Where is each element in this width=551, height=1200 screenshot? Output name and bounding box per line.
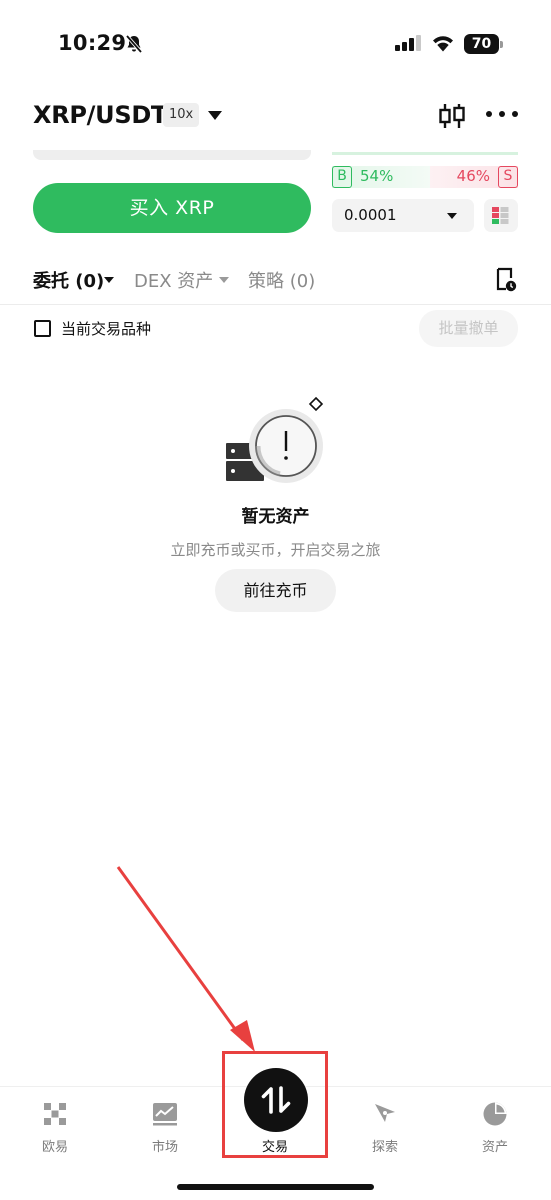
precision-value: 0.0001 [344, 206, 397, 224]
orderbook-edge [332, 152, 518, 155]
buy-button[interactable]: 买入 XRP [33, 183, 311, 233]
pair-dropdown-icon[interactable] [208, 111, 222, 120]
market-chart-icon [153, 1103, 177, 1126]
tabs-divider [0, 304, 551, 305]
order-history-icon[interactable] [494, 267, 518, 293]
batch-cancel-button[interactable]: 批量撤单 [419, 310, 518, 347]
battery-indicator: 70 [464, 34, 504, 54]
orderbook-layout-icon [492, 207, 509, 224]
empty-assets-illustration [226, 396, 324, 483]
sell-percentage: 46% [456, 167, 490, 185]
battery-cap [500, 41, 503, 48]
buy-percentage: 54% [360, 167, 394, 185]
more-options-icon[interactable] [486, 111, 518, 119]
tab-strategy[interactable]: 策略 (0) [248, 267, 315, 293]
empty-state-subtitle: 立即充币或买币，开启交易之旅 [170, 541, 381, 559]
nav-item-explore[interactable]: 探索 [330, 1087, 440, 1167]
price-precision-select[interactable]: 0.0001 [332, 199, 474, 232]
compass-icon [375, 1104, 395, 1122]
tab-orders-dropdown-icon[interactable] [104, 277, 114, 283]
cellular-signal-icon [395, 35, 421, 51]
empty-state-title: 暂无资产 [241, 507, 310, 527]
go-deposit-button[interactable]: 前往充币 [215, 569, 336, 612]
trade-header: XRP/USDT 10x [0, 95, 551, 137]
trading-pair-title[interactable]: XRP/USDT [33, 101, 167, 129]
sell-tag: S [498, 166, 518, 188]
nav-item-market[interactable]: 市场 [110, 1087, 220, 1167]
buy-sell-ratio-bar: B 54% 46% S [332, 166, 518, 188]
candlestick-chart-icon[interactable] [438, 101, 466, 131]
buy-tag: B [332, 166, 352, 188]
bell-muted-icon [125, 34, 143, 54]
current-instrument-label[interactable]: 当前交易品种 [61, 318, 151, 339]
nav-label-market: 市场 [151, 1140, 178, 1155]
nav-label-assets: 资产 [481, 1140, 508, 1155]
current-instrument-checkbox[interactable] [34, 320, 51, 337]
chevron-down-icon [447, 213, 457, 219]
battery-level: 70 [464, 34, 499, 54]
pie-chart-icon [483, 1102, 507, 1126]
status-bar: 10:29 70 [0, 0, 551, 90]
nav-item-assets[interactable]: 资产 [440, 1087, 550, 1167]
nav-label-explore: 探索 [371, 1140, 398, 1155]
tab-dex-assets[interactable]: DEX 资产 [134, 267, 213, 293]
nav-item-okx[interactable]: 欧易 [0, 1087, 110, 1167]
leverage-badge[interactable]: 10x [163, 103, 200, 127]
tab-orders[interactable]: 委托 (0) [33, 267, 104, 293]
order-input-edge [33, 150, 311, 160]
annotation-highlight-box [222, 1051, 328, 1158]
orders-tabs: 委托 (0) DEX 资产 策略 (0) [0, 265, 551, 295]
home-indicator[interactable] [177, 1184, 374, 1190]
wifi-icon [433, 36, 453, 52]
tab-dex-dropdown-icon[interactable] [219, 277, 229, 283]
status-time: 10:29 [58, 31, 127, 55]
orderbook-layout-button[interactable] [484, 199, 518, 232]
okx-logo-icon [44, 1103, 66, 1125]
nav-label-okx: 欧易 [41, 1140, 68, 1155]
